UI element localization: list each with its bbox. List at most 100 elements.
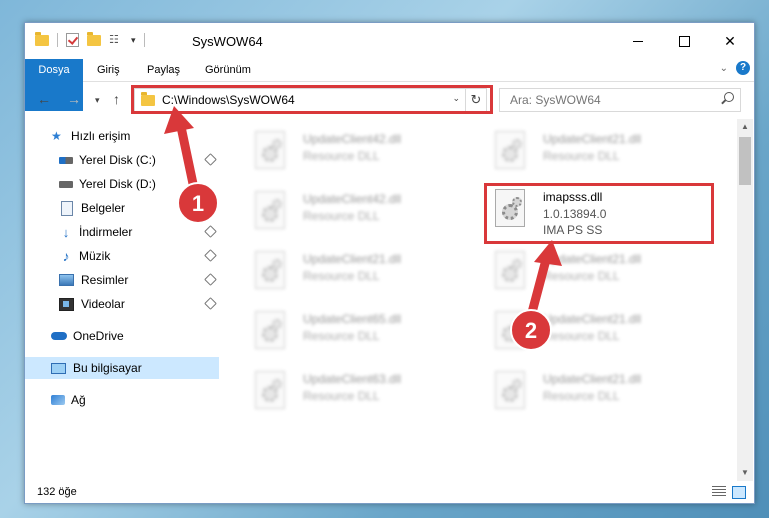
dll-file-icon (255, 311, 287, 351)
maximize-icon (678, 35, 690, 47)
nav-item-label: OneDrive (73, 329, 124, 343)
nav-item-downloads[interactable]: ↓ İndirmeler (25, 221, 219, 243)
quick-access-toolbar: ☷ ▾ (35, 31, 145, 47)
explorer-window: ☷ ▾ SysWOW64 ✕ Dosya Giriş Paylaş Görünü… (24, 22, 755, 504)
file-name: UpdateClient65.dll (303, 312, 402, 326)
nav-item-documents[interactable]: Belgeler (25, 197, 219, 219)
search-input[interactable] (508, 89, 712, 111)
item-count: 132 öğe (37, 486, 77, 498)
file-item[interactable]: UpdateClient42.dll Resource DLL (247, 125, 477, 177)
scroll-down-icon[interactable]: ▼ (737, 465, 753, 481)
drive-icon (59, 156, 73, 164)
file-name: UpdateClient21.dll (303, 252, 402, 266)
tab-share[interactable]: Paylaş (147, 59, 180, 81)
dll-file-icon (255, 371, 287, 411)
file-item[interactable]: UpdateClient21.dll Resource DLL (487, 305, 717, 357)
ribbon-tabs: Dosya Giriş Paylaş Görünüm ⌄ ? (25, 59, 754, 111)
file-name: UpdateClient21.dll (543, 372, 642, 386)
file-description: Resource DLL (303, 269, 380, 283)
divider (143, 33, 145, 47)
nav-item-local-disk-d[interactable]: Yerel Disk (D:) (25, 173, 219, 195)
expand-ribbon-chevron-icon[interactable]: ⌄ (720, 63, 728, 74)
cloud-icon (51, 332, 67, 340)
up-arrow-icon[interactable]: ↑ (113, 91, 120, 107)
maximize-button[interactable] (661, 23, 707, 59)
file-item[interactable]: UpdateClient21.dll Resource DLL (487, 245, 717, 297)
nav-item-label: Videolar (81, 297, 125, 311)
pin-icon[interactable] (204, 273, 217, 286)
nav-item-videos[interactable]: Videolar (25, 293, 219, 315)
large-icons-view-icon[interactable] (732, 486, 746, 499)
file-item[interactable]: UpdateClient65.dll Resource DLL (247, 305, 477, 357)
help-icon[interactable]: ? (736, 61, 750, 75)
nav-item-local-disk-c[interactable]: Yerel Disk (C:) (25, 149, 219, 171)
file-name: UpdateClient42.dll (303, 192, 402, 206)
nav-item-onedrive[interactable]: OneDrive (25, 325, 219, 347)
minimize-button[interactable] (615, 23, 661, 59)
search-box[interactable] (499, 88, 741, 112)
nav-item-label: Yerel Disk (C:) (79, 153, 156, 167)
window-title: SysWOW64 (192, 34, 263, 49)
file-list: UpdateClient42.dll Resource DLL UpdateCl… (239, 119, 737, 464)
recent-locations-dropdown-icon[interactable]: ▾ (95, 95, 100, 106)
status-bar: 132 öğe (25, 481, 754, 503)
scrollbar-thumb[interactable] (739, 137, 751, 185)
dll-file-icon (495, 311, 527, 351)
pin-icon[interactable] (204, 249, 217, 262)
nav-item-label: Ağ (71, 393, 86, 407)
tab-view[interactable]: Görünüm (205, 59, 251, 81)
vertical-scrollbar[interactable]: ▲ ▼ (737, 119, 753, 481)
view-buttons (712, 486, 746, 499)
nav-item-quick-access[interactable]: ★ Hızlı erişim (25, 125, 219, 147)
nav-item-label: Bu bilgisayar (73, 361, 142, 375)
nav-item-label: Hızlı erişim (71, 129, 131, 143)
file-name: UpdateClient21.dll (543, 252, 642, 266)
customize-dropdown-icon[interactable]: ▾ (131, 35, 136, 46)
details-view-icon[interactable] (712, 486, 726, 497)
nav-item-label: Belgeler (81, 201, 126, 215)
file-item[interactable]: UpdateClient21.dll Resource DLL (487, 125, 717, 177)
dll-file-icon (495, 371, 527, 411)
scroll-up-icon[interactable]: ▲ (737, 119, 753, 135)
ribbon-controls: ⌄ ? (720, 61, 750, 75)
forward-arrow-icon[interactable]: → (67, 91, 81, 107)
dll-file-icon (495, 131, 527, 171)
file-highlight-box (484, 183, 714, 244)
nav-item-network[interactable]: Ağ (25, 389, 219, 411)
pin-icon[interactable] (204, 297, 217, 310)
file-name: UpdateClient21.dll (543, 312, 642, 326)
nav-item-music[interactable]: ♪ Müzik (25, 245, 219, 267)
nav-item-this-pc[interactable]: Bu bilgisayar (25, 357, 219, 379)
new-folder-icon[interactable] (87, 31, 101, 46)
computer-icon (51, 362, 66, 374)
file-item[interactable]: UpdateClient21.dll Resource DLL (487, 365, 717, 417)
properties-list-icon[interactable]: ☷ (109, 34, 123, 46)
file-item[interactable]: UpdateClient63.dll Resource DLL (247, 365, 477, 417)
file-item[interactable]: UpdateClient21.dll Resource DLL (247, 245, 477, 297)
dll-file-icon (495, 251, 527, 291)
file-name: UpdateClient42.dll (303, 132, 402, 146)
minimize-icon (633, 40, 643, 42)
pin-icon[interactable] (204, 225, 217, 238)
close-button[interactable]: ✕ (707, 23, 753, 59)
download-icon: ↓ (62, 224, 70, 240)
properties-check-icon[interactable] (66, 33, 79, 47)
search-icon[interactable] (724, 92, 734, 102)
nav-item-pictures[interactable]: Resimler (25, 269, 219, 291)
pin-icon[interactable] (204, 153, 217, 166)
star-icon: ★ (51, 129, 62, 143)
tab-home[interactable]: Giriş (97, 59, 120, 81)
drive-icon (59, 180, 73, 188)
back-arrow-icon[interactable]: ← (37, 91, 51, 107)
close-icon: ✕ (724, 32, 736, 49)
folder-icon[interactable] (35, 31, 49, 46)
file-name: UpdateClient21.dll (543, 132, 642, 146)
network-icon (51, 395, 65, 405)
nav-item-label: İndirmeler (79, 225, 133, 239)
file-item[interactable]: UpdateClient42.dll Resource DLL (247, 185, 477, 237)
title-bar: ☷ ▾ SysWOW64 ✕ (25, 23, 754, 59)
nav-item-label: Resimler (81, 273, 129, 287)
file-description: Resource DLL (543, 329, 620, 343)
divider (57, 33, 58, 47)
file-description: Resource DLL (543, 149, 620, 163)
